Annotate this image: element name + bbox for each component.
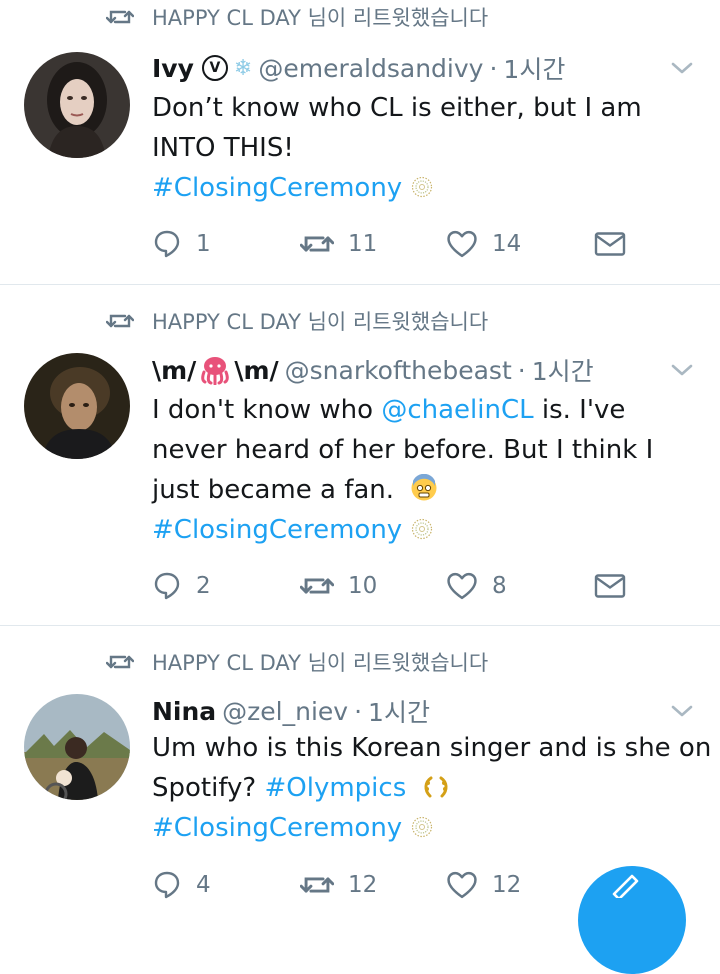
hashtag-link[interactable]: #ClosingCeremony [152,173,402,203]
retweet-count: 10 [348,573,378,599]
tweet-actions: 1 11 14 [152,224,652,264]
tweet-text-part: Spotify? [152,773,265,803]
tweet-text-part: just became a fan. [152,475,395,505]
v-badge-icon: V [201,55,228,81]
display-name[interactable]: Ivy [152,54,194,83]
timestamp[interactable]: 1시간 [368,693,430,729]
retweet-button[interactable]: 10 [300,566,377,606]
tweet-header: Ivy V ❄ @emeraldsandivy · 1시간 [152,48,565,88]
tweet-1[interactable]: HAPPY CL DAY 님이 리트윗했습니다 Ivy V ❄ @emerald… [0,0,720,284]
tweet-actions: 2 10 8 [152,566,652,606]
reply-icon [154,230,180,258]
closing-ceremony-hashflag-icon [412,816,433,838]
avatar[interactable] [24,353,130,459]
avatar[interactable] [24,694,130,800]
like-count: 14 [492,231,522,257]
display-name[interactable]: Nina [152,697,216,726]
tweet-text-line: INTO THIS! [152,133,294,163]
retweet-icon [300,236,334,252]
reply-button[interactable]: 1 [152,224,211,264]
username[interactable]: @zel_niev [222,697,348,726]
retweet-count: 11 [348,231,378,257]
direct-message-button[interactable] [594,224,640,264]
mention-link[interactable]: @chaelinCL [381,395,533,425]
separator-dot: · [354,696,363,726]
like-count: 8 [492,573,507,599]
like-button[interactable]: 12 [446,865,521,905]
timestamp[interactable]: 1시간 [532,352,594,388]
hashtag-link[interactable]: #Olympics [264,773,406,803]
heart-icon [447,871,477,899]
tweet-2[interactable]: HAPPY CL DAY 님이 리트윗했습니다 \m/ \m/ @snarkof… [0,285,720,625]
tweet-text-line: never heard of her before. But I think I [152,435,654,465]
display-name-part[interactable]: \m/ [152,356,196,385]
closing-ceremony-hashflag-icon [412,176,433,198]
direct-message-button[interactable] [594,566,640,606]
username[interactable]: @snarkofthebeast [285,356,512,385]
chevron-down-icon[interactable] [670,358,694,382]
anxious-face-emoji-icon [411,473,437,501]
separator-dot: · [517,355,526,385]
avatar[interactable] [24,52,130,158]
reply-count: 1 [196,231,211,257]
reply-count: 4 [196,872,211,898]
separator-dot: · [489,53,498,83]
compose-icon [612,874,639,898]
tweet-text: Um who is this Korean singer and is she … [152,728,712,848]
hashtag-link[interactable]: #ClosingCeremony [152,515,402,545]
tweet-actions: 4 12 12 [152,865,652,905]
tweet-text-part: I don't know who [152,395,382,425]
tweet-text: Don’t know who CL is either, but I am IN… [152,88,712,208]
tweet-header: \m/ \m/ @snarkofthebeast · 1시간 [152,350,594,390]
retweet-context-label: HAPPY CL DAY 님이 리트윗했습니다 [152,6,489,30]
username[interactable]: @emeraldsandivy [258,54,483,83]
retweet-context-label: HAPPY CL DAY 님이 리트윗했습니다 [152,651,489,675]
display-name-part[interactable]: \m/ [234,356,278,385]
envelope-icon [594,232,626,256]
retweet-context-label: HAPPY CL DAY 님이 리트윗했습니다 [152,310,489,334]
reply-icon [154,572,180,600]
heart-icon [447,572,477,600]
timestamp[interactable]: 1시간 [503,50,565,86]
retweet-icon [300,877,334,893]
retweet-icon [106,655,134,669]
reply-button[interactable]: 4 [152,865,211,905]
snowflake-icon: ❄ [233,55,253,81]
tweet-text: I don't know who @chaelinCL is. I've nev… [152,390,712,550]
tweet-text-line: Um who is this Korean singer and is she … [152,733,712,763]
heart-icon [447,230,477,258]
reply-count: 2 [196,573,211,599]
chevron-down-icon[interactable] [670,56,694,80]
like-button[interactable]: 8 [446,566,507,606]
closing-ceremony-hashflag-icon [412,518,433,540]
reply-button[interactable]: 2 [152,566,211,606]
envelope-icon [594,574,626,598]
retweet-context: HAPPY CL DAY 님이 리트윗했습니다 [106,647,488,677]
retweet-button[interactable]: 11 [300,224,377,264]
retweet-context: HAPPY CL DAY 님이 리트윗했습니다 [106,2,488,32]
chevron-down-icon[interactable] [670,699,694,723]
tweet-text-part: is. I've [533,395,626,425]
retweet-context: HAPPY CL DAY 님이 리트윗했습니다 [106,306,488,336]
hashtag-link[interactable]: #ClosingCeremony [152,813,402,843]
olympics-laurel-hashflag-icon [424,776,448,798]
tweet-text-line: Don’t know who CL is either, but I am [152,93,642,123]
retweet-icon [106,314,134,328]
retweet-icon [106,10,134,24]
tweet-header: Nina @zel_niev · 1시간 [152,691,430,731]
octopus-emoji-icon [201,357,230,385]
reply-icon [154,871,180,899]
retweet-count: 12 [348,872,378,898]
retweet-button[interactable]: 12 [300,865,377,905]
tweet-3[interactable]: HAPPY CL DAY 님이 리트윗했습니다 Nina @zel_niev ·… [0,626,720,907]
like-count: 12 [492,872,522,898]
like-button[interactable]: 14 [446,224,521,264]
retweet-icon [300,578,334,594]
